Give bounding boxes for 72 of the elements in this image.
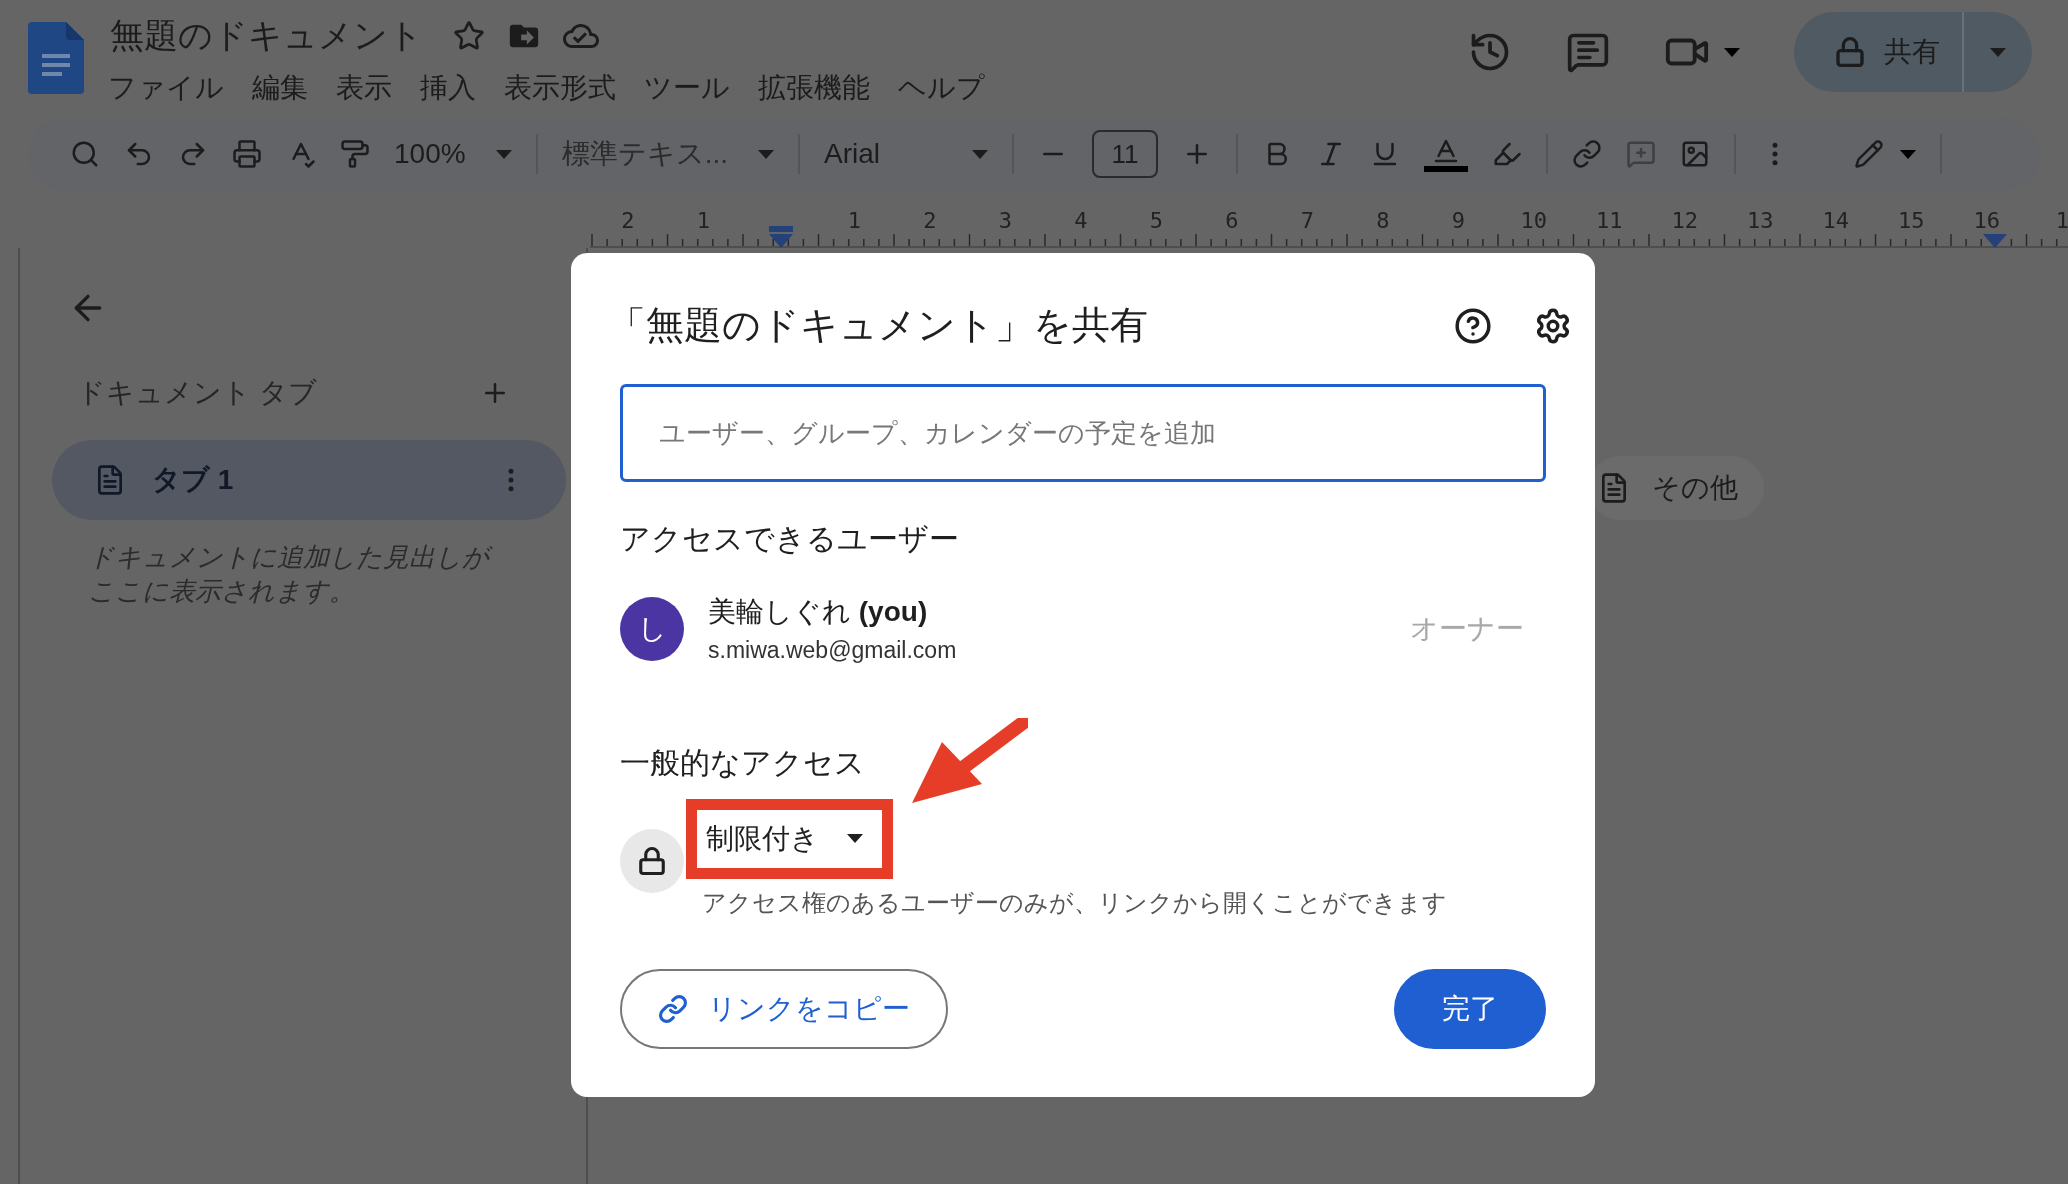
ruler-label: 2 — [922, 207, 938, 235]
menu-item[interactable]: 挿入 — [420, 67, 476, 109]
style-dropdown[interactable]: 標準テキス... — [561, 133, 774, 175]
ruler-label: 13 — [1746, 207, 1775, 235]
caret-icon — [1990, 47, 2006, 57]
ruler-label: 11 — [1595, 207, 1624, 235]
settings-icon[interactable] — [1534, 306, 1572, 345]
link-icon[interactable] — [1572, 139, 1602, 169]
menu-item[interactable]: ファイル — [108, 67, 224, 109]
share-button[interactable]: 共有 — [1794, 12, 2032, 92]
dialog-title: 「無題のドキュメント」を共有 — [608, 303, 1148, 348]
access-description: アクセス権のあるユーザーのみが、リンクから開くことができます — [702, 887, 1447, 918]
done-button[interactable]: 完了 — [1394, 969, 1546, 1049]
ruler-label: 12 — [1670, 207, 1699, 235]
invite-field[interactable]: ユーザー、グループ、カレンダーの予定を追加 — [620, 384, 1546, 482]
caret-icon — [757, 149, 774, 159]
link-icon — [658, 994, 688, 1024]
help-icon[interactable] — [1454, 306, 1492, 345]
menu-item[interactable]: ツール — [644, 67, 730, 109]
user-name: 美輪しぐれ (you) — [708, 595, 929, 629]
lock-icon — [1834, 36, 1866, 68]
access-dropdown[interactable]: 制限付き — [702, 812, 873, 865]
docs-logo[interactable] — [28, 22, 84, 94]
ruler-label: 16 — [1972, 207, 2001, 235]
section-heading: アクセスできるユーザー — [620, 521, 960, 557]
section-heading: 一般的なアクセス — [620, 744, 865, 781]
ruler-label: 6 — [1224, 207, 1240, 235]
menu-item[interactable]: 編集 — [252, 67, 308, 109]
font-size-field[interactable]: 11 — [1092, 130, 1158, 178]
pencil-icon[interactable] — [1854, 139, 1884, 169]
caret-icon — [1724, 47, 1740, 57]
ruler-label: 5 — [1148, 207, 1164, 235]
menu-item[interactable]: 表示形式 — [504, 67, 616, 109]
ruler-label: 7 — [1299, 207, 1315, 235]
image-icon[interactable] — [1680, 139, 1710, 169]
caret-icon — [847, 834, 863, 843]
chip-label: その他 — [1652, 471, 1738, 505]
ruler-label: 8 — [1375, 207, 1391, 235]
ruler-label: 4 — [1073, 207, 1089, 235]
avatar: し — [620, 597, 684, 662]
indent-marker[interactable] — [768, 226, 794, 248]
indent-marker[interactable] — [1983, 234, 2007, 248]
sidebar-heading: ドキュメント タブ — [77, 376, 317, 410]
user-email: s.miwa.web@gmail.com — [708, 636, 957, 665]
font-dropdown[interactable]: Arial — [823, 133, 988, 175]
document-tab[interactable]: タブ 1 — [52, 440, 566, 520]
zoom-dropdown[interactable]: 100% — [394, 133, 512, 175]
print-icon[interactable] — [232, 139, 262, 169]
ruler-label: 1 — [695, 207, 711, 235]
ruler-label: 1 — [2054, 207, 2068, 235]
ruler-label: 14 — [1821, 207, 1850, 235]
ruler-label: 1 — [846, 207, 862, 235]
role-label: オーナー — [1410, 612, 1524, 647]
sidebar-hint: ドキュメントに追加した見出しがここに表示されます。 — [88, 540, 496, 608]
document-title[interactable]: 無題のドキュメント — [110, 10, 423, 61]
search-icon[interactable] — [70, 139, 100, 169]
copy-link-button[interactable]: リンクをコピー — [620, 969, 948, 1049]
ruler-label: 3 — [997, 207, 1013, 235]
ruler-label: 9 — [1450, 207, 1466, 235]
menu-item[interactable]: 表示 — [336, 67, 392, 109]
paint-format-icon[interactable] — [340, 139, 370, 169]
ruler-label: 10 — [1519, 207, 1548, 235]
caret-icon — [1900, 149, 1916, 159]
menu-item[interactable]: ヘルプ — [898, 67, 985, 109]
star-icon[interactable] — [453, 19, 485, 52]
caret-icon — [495, 149, 512, 159]
share-label: 共有 — [1884, 35, 1940, 69]
caret-icon — [972, 149, 988, 159]
ruler-label: 15 — [1897, 207, 1926, 235]
menu-item[interactable]: 拡張機能 — [758, 67, 870, 109]
tab-label: タブ 1 — [152, 463, 235, 497]
ruler-label: 2 — [620, 207, 636, 235]
